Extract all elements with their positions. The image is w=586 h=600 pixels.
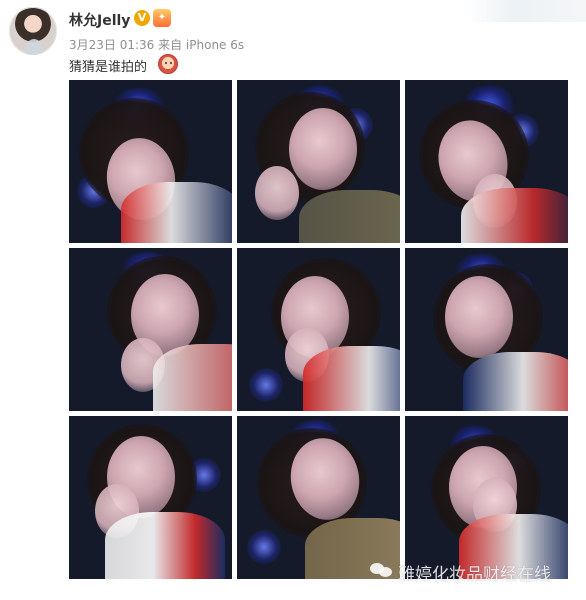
avatar[interactable] (9, 7, 57, 55)
photo-4[interactable] (69, 248, 232, 411)
photo-6[interactable] (405, 248, 568, 411)
post-text: 猜猜是谁拍的 (69, 60, 148, 75)
photo-grid (69, 80, 568, 579)
verified-badge-icon: V (134, 10, 150, 26)
photo-5[interactable] (237, 248, 400, 411)
user-name[interactable]: 林允Jelly (69, 10, 130, 30)
cute-face-emoji-icon (158, 54, 178, 74)
wechat-icon (370, 561, 394, 579)
watermark-text: 雅婷化妆品财经在线 (398, 565, 551, 585)
corner-decoration (466, 0, 586, 22)
photo-3[interactable] (405, 80, 568, 243)
vip-badge-icon: ✦ (153, 9, 171, 27)
photo-1[interactable] (69, 80, 232, 243)
post-meta[interactable]: 3月23日 01:36 来自 iPhone 6s (69, 36, 244, 53)
photo-8[interactable] (237, 416, 400, 579)
photo-7[interactable] (69, 416, 232, 579)
photo-9[interactable] (405, 416, 568, 579)
photo-2[interactable] (237, 80, 400, 243)
